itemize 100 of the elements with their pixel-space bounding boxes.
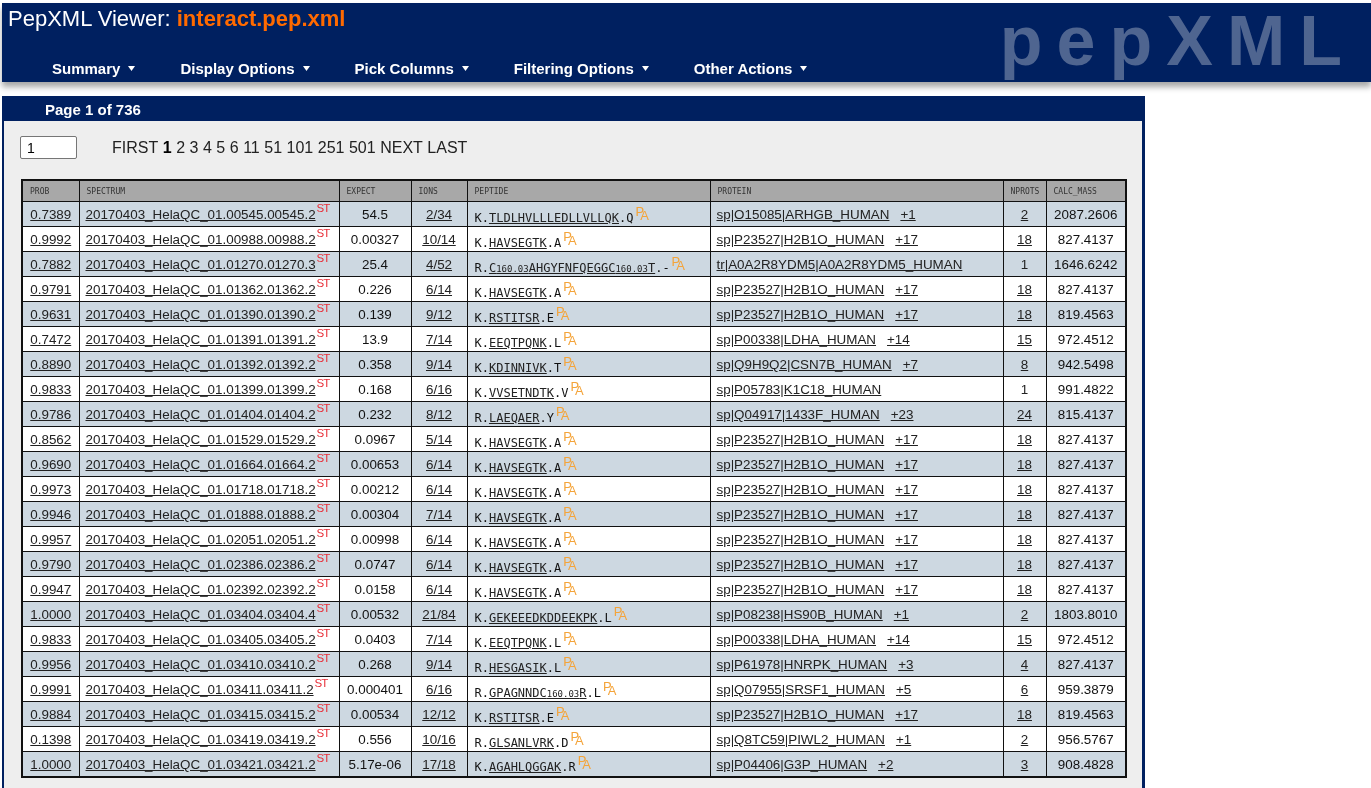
protein-link[interactable]: sp|Q07955|SRSF1_HUMAN [716, 682, 885, 697]
spectrum-link[interactable]: 20170403_HelaQC_01.01399.01399.2 [85, 382, 316, 397]
spectrum-link[interactable]: 20170403_HelaQC_01.03419.03419.2 [85, 732, 316, 747]
more-proteins-link[interactable]: +7 [902, 357, 918, 372]
peptide-link[interactable]: KDINNIVK [488, 360, 547, 375]
menu-button[interactable]: Filtering Options [513, 60, 649, 77]
protein-link[interactable]: sp|P23527|H2B1O_HUMAN [716, 582, 885, 597]
more-proteins-link[interactable]: +17 [895, 582, 918, 597]
spectrum-link[interactable]: 20170403_HelaQC_01.01391.01391.2 [85, 332, 316, 347]
peptide-link[interactable]: RSTITSR [488, 710, 540, 725]
page-link[interactable]: 6 [229, 138, 239, 157]
peptide-link[interactable]: HAVSEGTK [488, 485, 547, 500]
column-header[interactable]: CALC_MASS [1046, 180, 1126, 202]
page-link[interactable]: 4 [202, 138, 212, 157]
spectrum-link[interactable]: 20170403_HelaQC_01.01664.01664.2 [85, 457, 316, 472]
spectrum-link[interactable]: 20170403_HelaQC_01.02392.02392.2 [85, 582, 316, 597]
spectrum-tag[interactable]: ST [316, 377, 331, 389]
protein-link[interactable]: sp|Q8TC59|PIWL2_HUMAN [716, 732, 885, 747]
spectrum-link[interactable]: 20170403_HelaQC_01.01718.01718.2 [85, 482, 316, 497]
page-link[interactable]: 251 [317, 138, 345, 157]
protein-link[interactable]: sp|O15085|ARHGB_HUMAN [716, 207, 890, 222]
spectrum-link[interactable]: 20170403_HelaQC_01.02051.02051.2 [85, 532, 316, 547]
page-link[interactable]: LAST [427, 138, 468, 157]
column-header[interactable]: NPROTS [1003, 180, 1046, 202]
page-link[interactable]: 3 [189, 138, 199, 157]
column-header[interactable]: PROB [22, 180, 79, 202]
spectrum-tag[interactable]: ST [316, 527, 331, 539]
more-proteins-link[interactable]: +17 [895, 432, 918, 447]
spectrum-link[interactable]: 20170403_HelaQC_01.02386.02386.2 [85, 557, 316, 572]
protein-count-link[interactable]: 6 [1020, 682, 1029, 697]
spectrum-link[interactable]: 20170403_HelaQC_01.03415.03415.2 [85, 707, 316, 722]
protein-link[interactable]: sp|P23527|H2B1O_HUMAN [716, 457, 885, 472]
protein-count-link[interactable]: 4 [1020, 657, 1029, 672]
protein-link[interactable]: sp|Q9H9Q2|CSN7B_HUMAN [716, 357, 892, 372]
peptide-link[interactable]: GLSANLVRK [488, 735, 554, 750]
protein-link[interactable]: sp|P04406|G3P_HUMAN [716, 756, 868, 772]
page-input[interactable]: 1 [20, 136, 77, 159]
more-proteins-link[interactable]: +17 [895, 457, 918, 472]
spectrum-tag[interactable]: ST [316, 427, 331, 439]
peptide-link[interactable]: GEKEEEDKDDEEKPK [488, 610, 598, 625]
spectrum-tag[interactable]: ST [316, 327, 331, 339]
protein-link[interactable]: sp|P23527|H2B1O_HUMAN [716, 432, 885, 447]
column-header[interactable]: SPECTRUM [79, 180, 339, 202]
more-proteins-link[interactable]: +17 [895, 482, 918, 497]
more-proteins-link[interactable]: +17 [895, 707, 918, 722]
page-link[interactable]: 101 [286, 138, 314, 157]
protein-count-link[interactable]: 2 [1020, 607, 1029, 622]
peptide-link[interactable]: AGAHLQGGAK [488, 760, 562, 775]
spectrum-link[interactable]: 20170403_HelaQC_01.01390.01390.2 [85, 307, 316, 322]
page-link[interactable]: 1 [162, 138, 172, 157]
spectrum-tag[interactable]: ST [316, 577, 331, 589]
page-link[interactable]: FIRST [112, 138, 159, 157]
peptide-link[interactable]: RSTITSR [488, 310, 540, 325]
protein-count-link[interactable]: 8 [1020, 357, 1029, 372]
spectrum-link[interactable]: 20170403_HelaQC_01.01270.01270.3 [85, 257, 316, 272]
peptide-link[interactable]: HESGASIK [488, 660, 547, 675]
column-header[interactable]: IONS [411, 180, 467, 202]
protein-count-link[interactable]: 2 [1020, 207, 1029, 222]
spectrum-tag[interactable]: ST [316, 727, 331, 739]
spectrum-link[interactable]: 20170403_HelaQC_01.01362.01362.2 [85, 282, 316, 297]
protein-count-link[interactable]: 2 [1020, 732, 1029, 747]
peptide-link[interactable]: HAVSEGTK [488, 535, 547, 550]
peptide-link[interactable]: EEQTPQNK [488, 635, 547, 650]
more-proteins-link[interactable]: +23 [890, 407, 914, 422]
peptide-link[interactable]: HAVSEGTK [488, 460, 547, 475]
protein-count-link[interactable]: 3 [1020, 756, 1029, 772]
more-proteins-link[interactable]: +1 [900, 207, 916, 222]
peptide-link[interactable]: HAVSEGTK [488, 560, 547, 575]
peptide-link[interactable]: HAVSEGTK [488, 585, 547, 600]
more-proteins-link[interactable]: +14 [887, 632, 910, 647]
more-proteins-link[interactable]: +17 [895, 282, 918, 297]
page-link[interactable]: 5 [216, 138, 226, 157]
page-link[interactable]: 11 [243, 138, 260, 157]
peptide-link[interactable]: TLDLHVLLLEDLLVLLQK [488, 210, 619, 225]
protein-link[interactable]: sp|P23527|H2B1O_HUMAN [716, 707, 885, 722]
protein-link[interactable]: sp|P23527|H2B1O_HUMAN [716, 532, 885, 547]
more-proteins-link[interactable]: +17 [895, 532, 918, 547]
spectrum-tag[interactable]: ST [316, 277, 331, 289]
spectrum-link[interactable]: 20170403_HelaQC_01.00545.00545.2 [85, 207, 316, 222]
page-link[interactable]: 501 [348, 138, 376, 157]
spectrum-tag[interactable]: ST [314, 677, 329, 689]
protein-link[interactable]: sp|P00338|LDHA_HUMAN [716, 632, 877, 647]
protein-link[interactable]: sp|P08238|HS90B_HUMAN [716, 607, 883, 622]
protein-link[interactable]: sp|P23527|H2B1O_HUMAN [716, 482, 885, 497]
spectrum-tag[interactable]: ST [316, 227, 331, 239]
more-proteins-link[interactable]: +17 [895, 307, 918, 322]
peptide-link[interactable]: HAVSEGTK [488, 235, 547, 250]
more-proteins-link[interactable]: +3 [898, 657, 914, 672]
protein-link[interactable]: sp|P00338|LDHA_HUMAN [716, 332, 877, 347]
spectrum-link[interactable]: 20170403_HelaQC_01.03404.03404.4 [85, 607, 316, 622]
peptide-link[interactable]: HAVSEGTK [488, 285, 547, 300]
spectrum-link[interactable]: 20170403_HelaQC_01.03421.03421.2 [85, 756, 316, 772]
column-header[interactable]: PEPTIDE [467, 180, 710, 202]
more-proteins-link[interactable]: +1 [893, 607, 910, 622]
more-proteins-link[interactable]: +1 [895, 732, 912, 747]
peptide-link[interactable]: HAVSEGTK [488, 510, 547, 525]
protein-link[interactable]: sp|P61978|HNRPK_HUMAN [716, 657, 888, 672]
protein-link[interactable]: sp|P23527|H2B1O_HUMAN [716, 282, 885, 297]
spectrum-link[interactable]: 20170403_HelaQC_01.03411.03411.2 [85, 682, 314, 697]
more-proteins-link[interactable]: +5 [895, 682, 912, 697]
